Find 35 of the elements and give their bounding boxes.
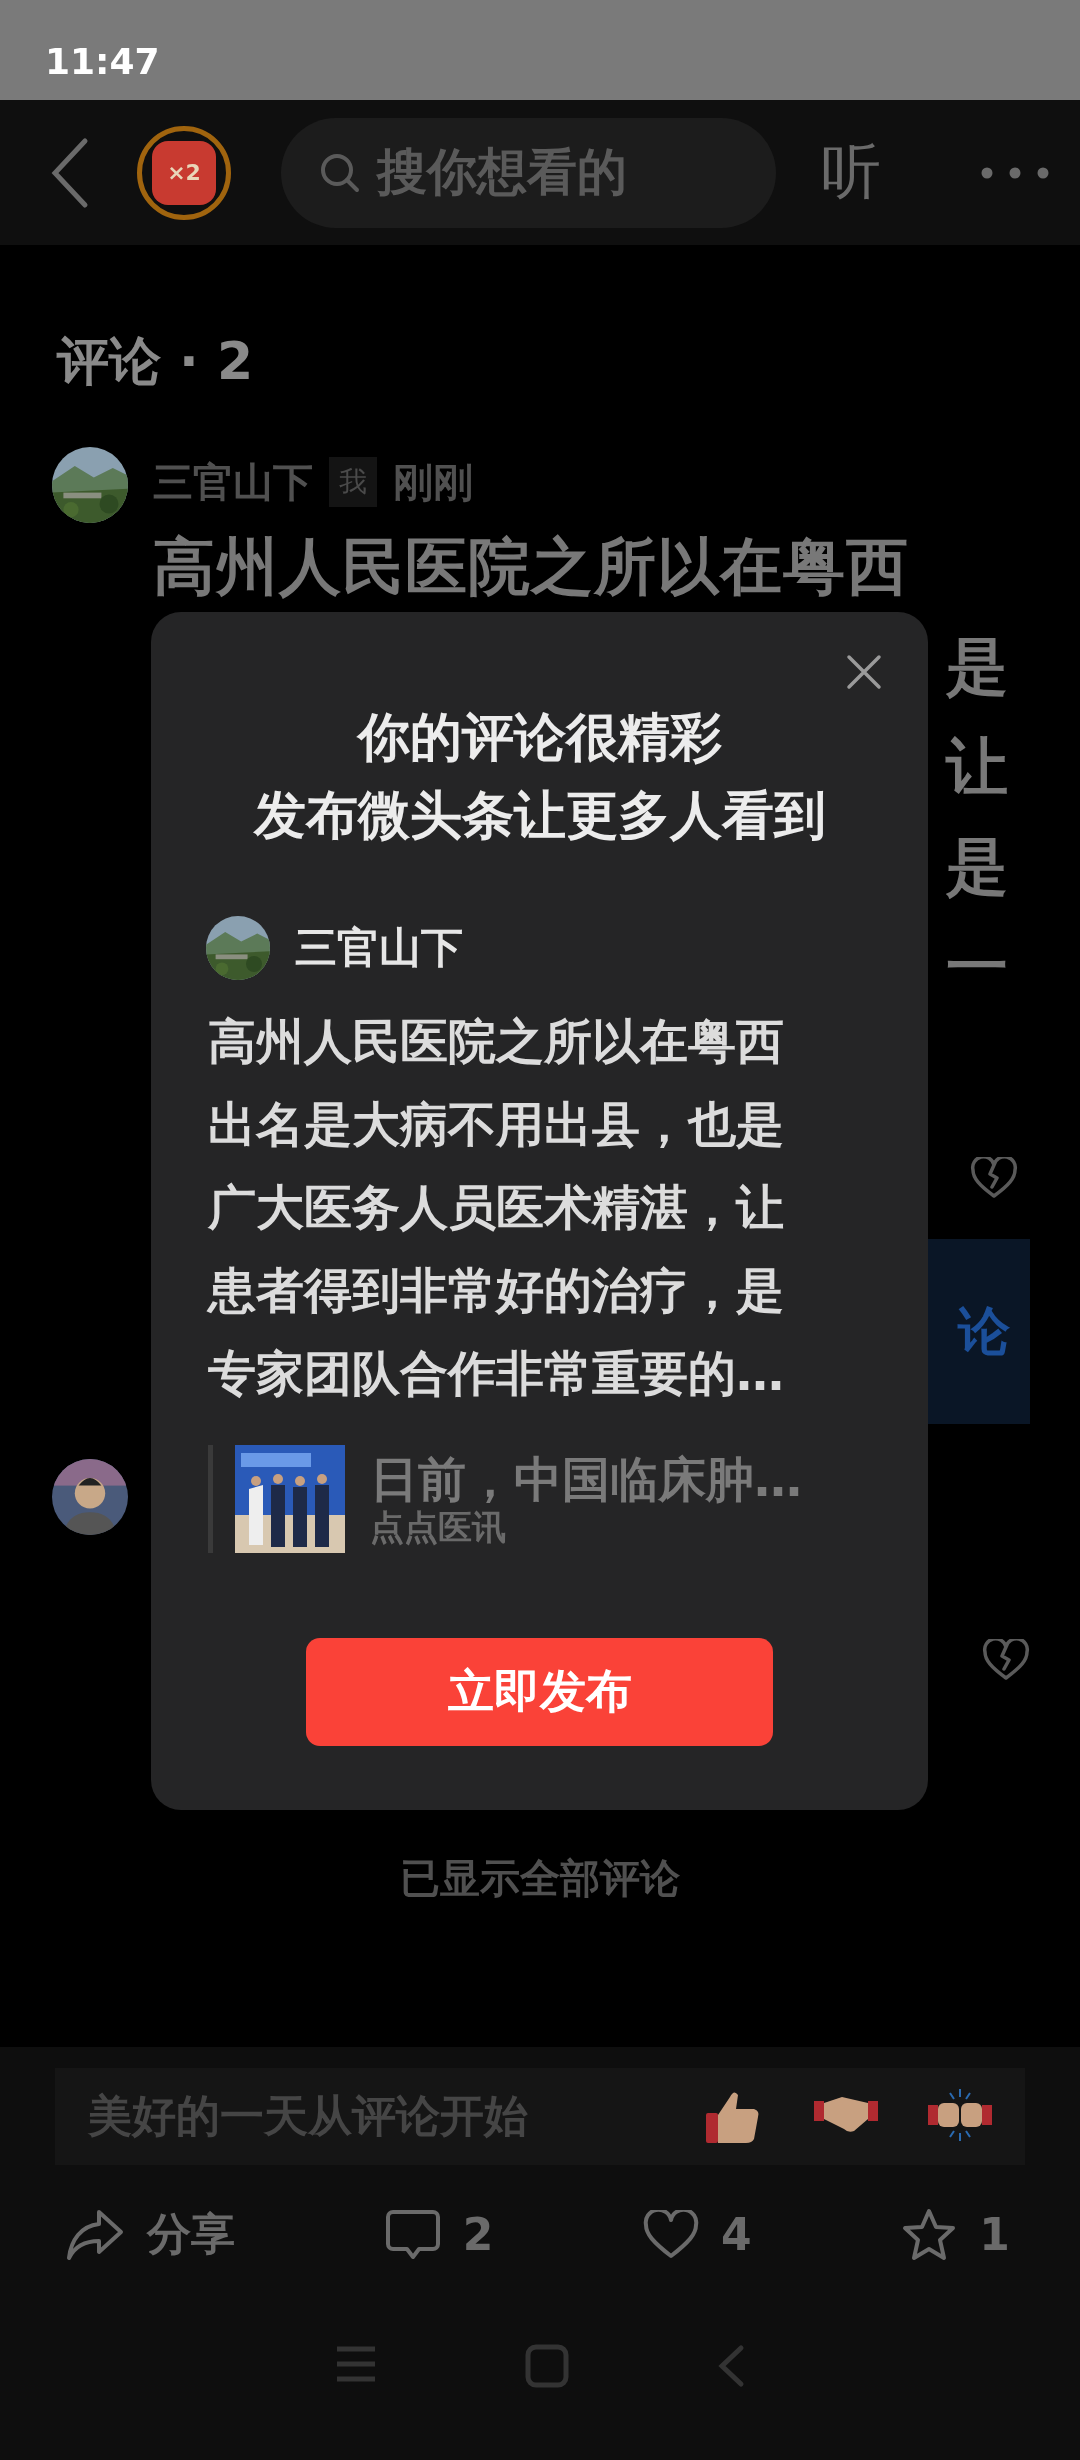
end-note: 已显示全部评论 <box>399 1854 681 1903</box>
search-field[interactable]: 搜你想看的 <box>281 117 776 228</box>
author-name[interactable]: 三官山下 <box>153 454 313 510</box>
publish-button[interactable]: 立即发布 <box>306 1638 773 1746</box>
comment-text: 高州人民医院之所以在粤西 <box>153 529 910 605</box>
comment-text: 高州人民医院之所以在粤西出名是大病不用出县，也是广大医务人员医术精湛，让患者得到非常好的治疗，是专家团队合作非常重要的… <box>208 1012 785 1403</box>
reward-badge[interactable]: ×2 <box>137 125 231 220</box>
dialog-title: 发布微头条让更多人看到 <box>253 784 826 847</box>
like-button[interactable]: 4 <box>643 2205 752 2264</box>
more-icon[interactable] <box>980 165 1050 180</box>
comment-button[interactable]: 2 <box>384 2205 494 2264</box>
fist-bump-icon[interactable] <box>928 2086 992 2143</box>
comment-text: 是 <box>946 829 1008 905</box>
dialog-title: 你的评论很精彩 <box>357 706 722 769</box>
article-title: 日前，中国临床肿… <box>370 1451 802 1507</box>
heart-icon <box>643 2209 700 2260</box>
broken-heart-icon[interactable] <box>970 1157 1018 1199</box>
star-icon <box>901 2207 958 2262</box>
article-link[interactable]: 日前，中国临床肿… 点点医讯 <box>208 1445 802 1553</box>
broken-heart-icon[interactable] <box>982 1639 1030 1681</box>
author-name: 三官山下 <box>295 922 463 974</box>
article-source: 点点医讯 <box>370 1507 507 1547</box>
share-icon <box>65 2207 125 2262</box>
status-time: 11:47 <box>45 41 160 82</box>
comments-heading: 评论 · 2 <box>57 330 255 393</box>
listen-button[interactable]: 听 <box>821 132 881 213</box>
comment-icon <box>384 2207 441 2262</box>
share-button[interactable]: 分享 <box>65 2205 235 2264</box>
comment-text: 一 <box>946 929 1008 1005</box>
close-button[interactable] <box>846 654 882 690</box>
search-icon <box>319 151 361 194</box>
comment-text: 是 <box>946 629 1008 705</box>
comment-text: 让 <box>946 729 1008 805</box>
comment-time: 刚刚 <box>393 457 473 507</box>
favorite-button[interactable]: 1 <box>901 2205 1010 2264</box>
